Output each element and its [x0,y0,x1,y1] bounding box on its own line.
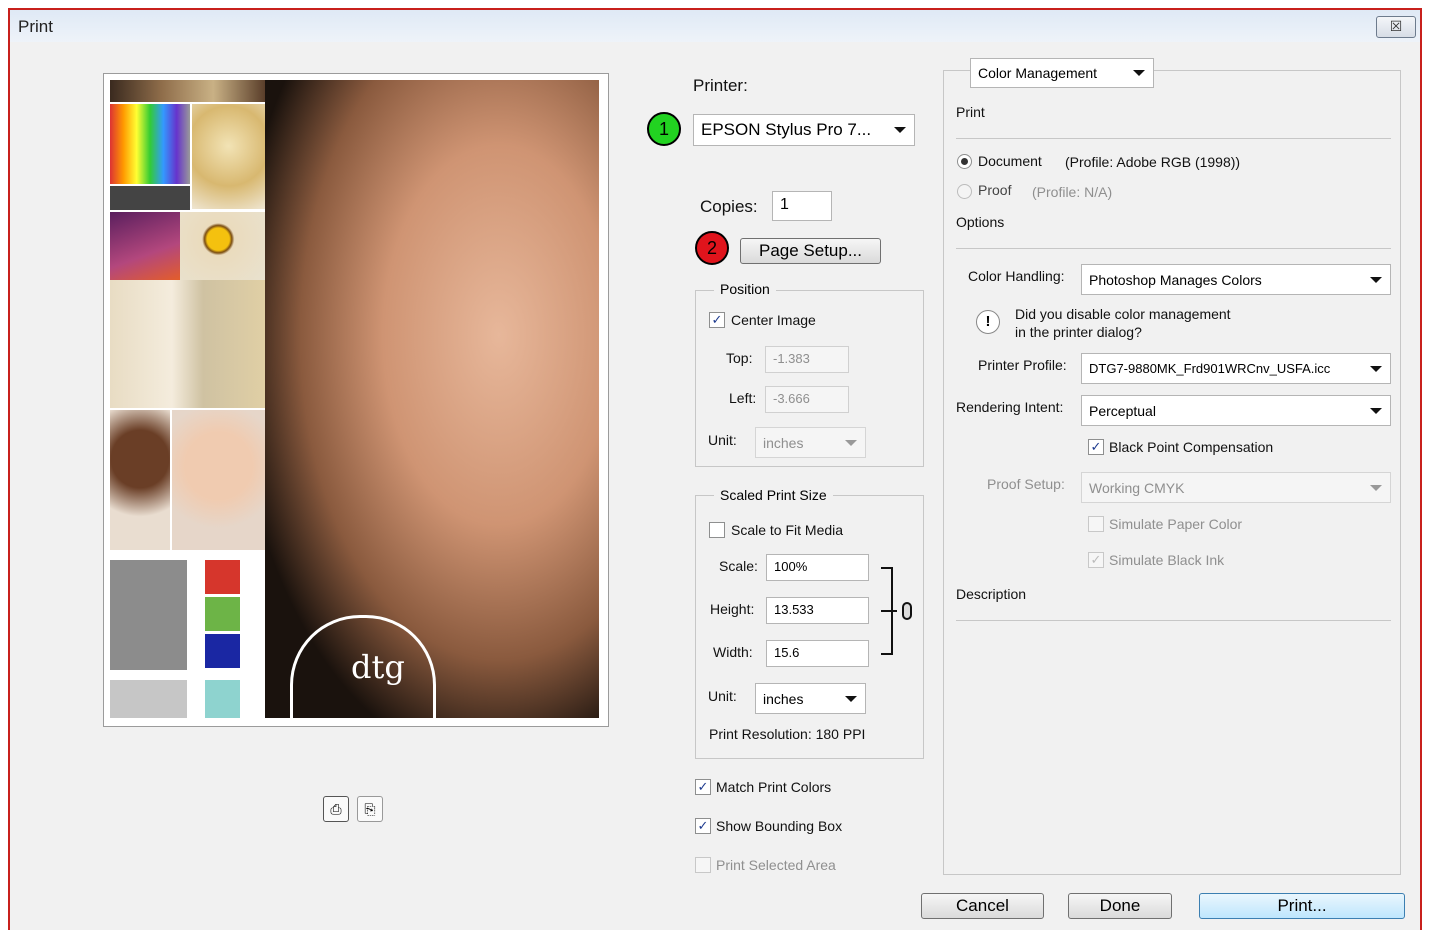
rendering-intent-label: Rendering Intent: [956,399,1064,415]
section-select-value: Color Management [978,65,1098,81]
scaled-title: Scaled Print Size [714,487,833,503]
position-title: Position [714,281,776,297]
warning-line-1: Did you disable color management [1015,306,1231,322]
color-handling-value: Photoshop Manages Colors [1089,272,1262,288]
warning-icon: ! [976,310,1000,334]
width-label: Width: [713,644,753,660]
simulate-paper-color-checkbox[interactable] [1088,516,1104,532]
print-selected-area-checkbox[interactable] [695,857,711,873]
proof-label: Proof [978,182,1012,198]
page-setup-button[interactable]: Page Setup... [740,238,881,264]
print-button[interactable]: Print... [1199,893,1405,919]
separator [956,248,1391,249]
scaled-unit-value: inches [763,691,804,707]
separator [956,620,1391,621]
scale-input[interactable]: 100% [766,554,869,581]
black-point-compensation-checkbox[interactable]: ✓ [1088,439,1104,455]
print-dialog: Print ☒ dtg ⎙ ⎘ Printer: 1 EPSON Stylus … [8,8,1422,930]
separator [956,138,1391,139]
black-point-compensation-label: Black Point Compensation [1109,439,1274,455]
scale-label: Scale: [719,558,758,574]
scaled-unit-select[interactable]: inches [755,683,866,714]
show-bounding-box-checkbox[interactable]: ✓ [695,818,711,834]
step-1-badge: 1 [647,112,681,146]
landscape-orientation-icon[interactable]: ⎘ [357,796,383,822]
cancel-button[interactable]: Cancel [921,893,1044,919]
top-label: Top: [726,350,753,366]
done-button[interactable]: Done [1068,893,1172,919]
preview-portrait: dtg [265,80,599,718]
print-selected-area-label: Print Selected Area [716,857,836,873]
document-profile: (Profile: Adobe RGB (1998)) [1065,154,1241,170]
document-radio[interactable] [957,154,972,169]
link-bracket-stem [881,610,897,612]
close-button[interactable]: ☒ [1376,16,1416,38]
proof-setup-select[interactable]: Working CMYK [1081,472,1391,503]
options-heading: Options [956,214,1005,230]
proof-radio[interactable] [957,184,972,199]
copies-label: Copies: [700,197,758,216]
scaled-unit-label: Unit: [708,688,737,704]
color-handling-select[interactable]: Photoshop Manages Colors [1081,264,1391,295]
center-image-label: Center Image [731,312,816,328]
left-input[interactable]: -3.666 [765,386,849,413]
title-bar: Print ☒ [10,10,1420,42]
position-unit-value: inches [763,435,804,451]
scale-to-fit-label: Scale to Fit Media [731,522,844,538]
show-bounding-box-label: Show Bounding Box [716,818,843,834]
rendering-intent-select[interactable]: Perceptual [1081,395,1391,426]
printer-label: Printer: [693,76,748,95]
simulate-paper-color-label: Simulate Paper Color [1109,516,1243,532]
print-resolution: Print Resolution: 180 PPI [709,726,866,742]
proof-profile: (Profile: N/A) [1032,184,1113,200]
dtg-logo: dtg [290,615,436,718]
simulate-black-ink-label: Simulate Black Ink [1109,552,1225,568]
constrain-proportions-icon[interactable] [902,602,912,620]
printer-select[interactable]: EPSON Stylus Pro 7... [693,114,915,146]
printer-value: EPSON Stylus Pro 7... [701,120,872,139]
match-print-colors-label: Match Print Colors [716,779,832,795]
section-select[interactable]: Color Management [970,58,1154,88]
simulate-black-ink-checkbox[interactable]: ✓ [1088,552,1104,568]
position-unit-label: Unit: [708,432,737,448]
width-input[interactable]: 15.6 [766,640,869,667]
left-label: Left: [729,390,757,406]
color-handling-label: Color Handling: [968,268,1065,284]
proof-setup-label: Proof Setup: [987,476,1065,492]
logo-text: dtg [351,648,405,686]
printer-profile-value: DTG7-9880MK_Frd901WRCnv_USFA.icc [1089,361,1331,376]
top-input[interactable]: -1.383 [765,346,849,373]
printer-profile-label: Printer Profile: [978,357,1067,373]
print-preview: dtg [103,73,609,727]
rendering-intent-value: Perceptual [1089,403,1156,419]
document-label: Document [978,153,1042,169]
warning-line-2: in the printer dialog? [1015,324,1142,340]
proof-setup-value: Working CMYK [1089,480,1185,496]
height-label: Height: [710,601,755,617]
copies-input[interactable]: 1 [772,191,832,221]
scale-to-fit-checkbox[interactable] [709,522,725,538]
print-heading: Print [956,104,985,120]
printer-profile-select[interactable]: DTG7-9880MK_Frd901WRCnv_USFA.icc [1081,353,1391,384]
preview-collage [110,80,265,718]
description-heading: Description [956,586,1027,602]
position-unit-select[interactable]: inches [755,427,866,458]
height-input[interactable]: 13.533 [766,597,869,624]
window-title: Print [18,17,53,36]
match-print-colors-checkbox[interactable]: ✓ [695,779,711,795]
portrait-orientation-icon[interactable]: ⎙ [323,796,349,822]
step-2-badge: 2 [695,231,729,265]
center-image-checkbox[interactable]: ✓ [709,312,725,328]
